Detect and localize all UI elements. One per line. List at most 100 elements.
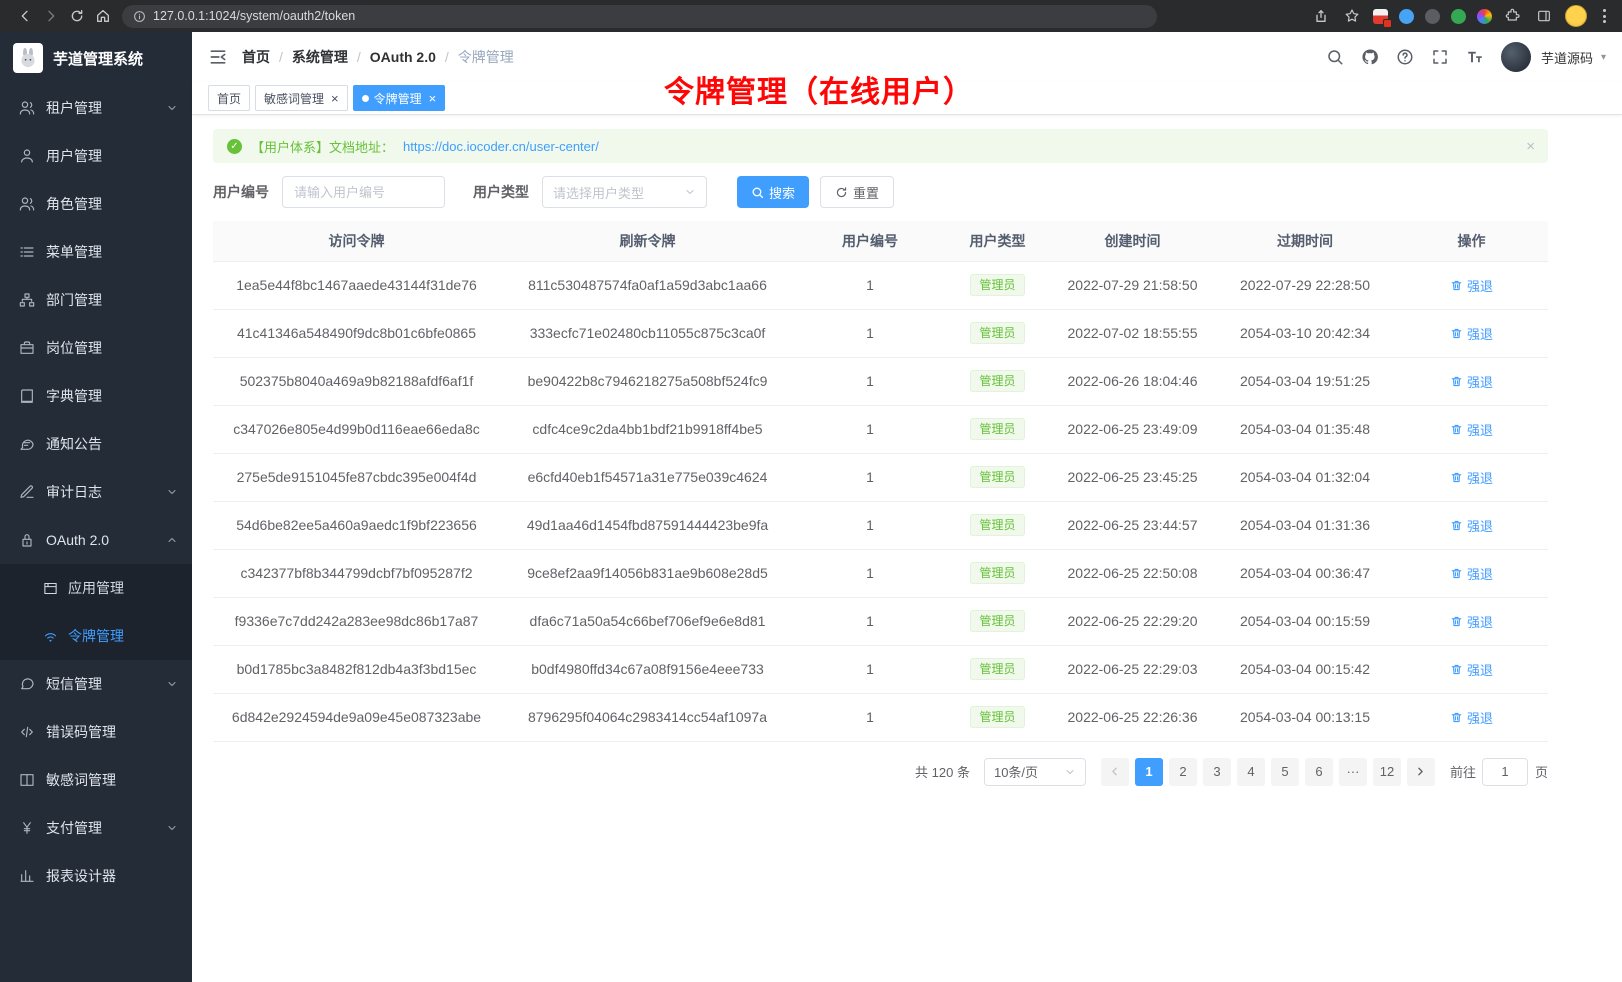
extension-adblock-icon[interactable] [1373,9,1388,24]
reload-icon[interactable] [64,4,90,28]
sidebar-item-error-code[interactable]: 错误码管理 [0,708,192,756]
page-button-2[interactable]: 2 [1169,758,1197,786]
user-icon [19,148,35,164]
tab-oauth2-token[interactable]: 令牌管理× [353,85,446,111]
doc-alert: ✓ 【用户体系】文档地址： https://doc.iocoder.cn/use… [213,129,1548,163]
avatar[interactable] [1501,42,1531,72]
close-icon[interactable]: × [1526,138,1535,155]
prev-page-button[interactable] [1101,758,1129,786]
force-logout-button[interactable]: 强退 [1450,516,1493,535]
page-size-select[interactable]: 10条/页 [984,758,1086,786]
cell-create-time: 2022-06-25 22:26:36 [1050,693,1215,741]
force-logout-button[interactable]: 强退 [1450,612,1493,631]
sidebar-item-notice[interactable]: 通知公告 [0,420,192,468]
breadcrumb-item[interactable]: 首页 [242,47,270,67]
user-id-input[interactable] [282,176,445,208]
force-logout-button[interactable]: 强退 [1450,468,1493,487]
sidebar-item-report-designer[interactable]: 报表设计器 [0,852,192,900]
app-logo[interactable]: 芋道管理系统 [0,32,192,84]
font-size-icon[interactable] [1466,48,1484,66]
extension-blue-icon[interactable] [1399,9,1414,24]
sidebar-item-audit-log[interactable]: 审计日志 [0,468,192,516]
breadcrumb-separator: / [357,49,361,65]
reset-button[interactable]: 重置 [820,176,894,208]
sidebar-item-dept[interactable]: 部门管理 [0,276,192,324]
screen: 127.0.0.1:1024/system/oauth2/token 芋道管理系… [0,0,1622,982]
page-ellipsis-button[interactable]: ··· [1339,758,1367,786]
page-button-5[interactable]: 5 [1271,758,1299,786]
sidebar-item-tenant[interactable]: 租户管理 [0,84,192,132]
page-button-6[interactable]: 6 [1305,758,1333,786]
tab-home[interactable]: 首页 [208,85,250,111]
force-logout-button[interactable]: 强退 [1450,708,1493,727]
extension-colorful-icon[interactable] [1477,9,1492,24]
user-type-badge: 管理员 [970,658,1024,680]
badge-icon [19,340,35,356]
chat-icon [19,676,35,692]
sidebar-item-user[interactable]: 用户管理 [0,132,192,180]
back-icon[interactable] [12,4,38,28]
sidebar-item-oauth2-application[interactable]: 应用管理 [0,564,192,612]
alert-doc-link[interactable]: https://doc.iocoder.cn/user-center/ [403,139,599,154]
sidebar-item-sensitive-word[interactable]: 敏感词管理 [0,756,192,804]
sidebar-item-oauth2-token[interactable]: 令牌管理 [0,612,192,660]
cell-access-token: 54d6be82ee5a460a9aedc1f9bf223656 [213,501,500,549]
next-page-button[interactable] [1407,758,1435,786]
force-logout-button[interactable]: 强退 [1450,324,1493,343]
address-bar[interactable]: 127.0.0.1:1024/system/oauth2/token [122,5,1157,28]
cell-refresh-token: b0df4980ffd34c67a08f9156e4eee733 [500,645,795,693]
sidebar-item-pay[interactable]: 支付管理 [0,804,192,852]
breadcrumb-item: 令牌管理 [458,47,514,67]
extension-dark-icon[interactable] [1425,9,1440,24]
page-button-12[interactable]: 12 [1373,758,1401,786]
help-icon[interactable] [1396,48,1414,66]
force-logout-button[interactable]: 强退 [1450,276,1493,295]
breadcrumb-item[interactable]: 系统管理 [292,47,348,67]
user-type-select[interactable]: 请选择用户类型 [542,176,707,208]
chevron-down-icon[interactable]: ▾ [1601,52,1606,63]
share-icon[interactable] [1311,6,1331,26]
extensions-puzzle-icon[interactable] [1503,6,1523,26]
force-logout-button[interactable]: 强退 [1450,420,1493,439]
cell-create-time: 2022-06-25 23:44:57 [1050,501,1215,549]
github-icon[interactable] [1361,48,1379,66]
home-icon[interactable] [90,4,116,28]
sidebar-item-dict[interactable]: 字典管理 [0,372,192,420]
extension-green-icon[interactable] [1451,9,1466,24]
sidebar-item-menu[interactable]: 菜单管理 [0,228,192,276]
fullscreen-icon[interactable] [1431,48,1449,66]
page-button-4[interactable]: 4 [1237,758,1265,786]
site-info-icon[interactable] [133,10,146,23]
browser-profile-avatar[interactable] [1565,5,1587,27]
forward-icon[interactable] [38,4,64,28]
close-icon[interactable]: × [331,92,339,105]
goto-page-input[interactable] [1482,758,1528,786]
delete-icon [1450,711,1463,724]
cell-create-time: 2022-06-25 22:50:08 [1050,549,1215,597]
force-logout-button[interactable]: 强退 [1450,660,1493,679]
sidebar-item-label: 错误码管理 [46,722,178,742]
cell-user-id: 1 [795,405,945,453]
tab-sensitive-word[interactable]: 敏感词管理× [255,85,348,111]
cell-expire-time: 2054-03-04 00:15:42 [1215,645,1395,693]
menu-fold-icon[interactable] [208,47,228,67]
sidebar-item-role[interactable]: 角色管理 [0,180,192,228]
bookmark-star-icon[interactable] [1342,6,1362,26]
page-button-1[interactable]: 1 [1135,758,1163,786]
browser-menu-icon[interactable] [1598,9,1610,23]
force-logout-button[interactable]: 强退 [1450,564,1493,583]
page-button-3[interactable]: 3 [1203,758,1231,786]
search-button[interactable]: 搜索 [737,176,809,208]
breadcrumb-item[interactable]: OAuth 2.0 [370,49,436,65]
chevron-up-icon [166,534,178,546]
column-header: 用户类型 [945,221,1050,261]
force-logout-button[interactable]: 强退 [1450,372,1493,391]
sidebar-toggle-icon[interactable] [1534,6,1554,26]
sidebar-item-post[interactable]: 岗位管理 [0,324,192,372]
close-icon[interactable]: × [429,92,437,105]
column-header: 刷新令牌 [500,221,795,261]
sidebar-item-oauth2[interactable]: OAuth 2.0 [0,516,192,564]
search-icon[interactable] [1326,48,1344,66]
user-name[interactable]: 芋道源码 [1541,48,1593,67]
sidebar-item-sms[interactable]: 短信管理 [0,660,192,708]
